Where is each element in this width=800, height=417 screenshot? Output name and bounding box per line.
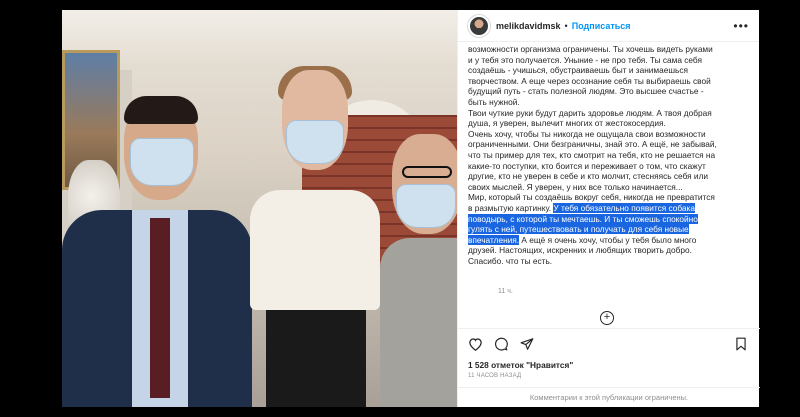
photo-ceiling (62, 10, 457, 70)
plus-circle-icon[interactable]: + (600, 311, 614, 325)
caption-line: в размытую картинку. У тебя обязательно … (468, 202, 754, 214)
caption-line: творчеством. А еще через осознание себя … (468, 75, 711, 86)
selected-text: впечатления. (468, 234, 520, 245)
caption-time: 11 ч. (498, 288, 513, 295)
comment-icon[interactable] (492, 335, 510, 353)
caption-line: ограниченными. Они безграничны, знай это… (468, 139, 717, 150)
caption-line: что ты пример для тех, кто смотрит на те… (468, 149, 716, 160)
follow-button[interactable]: Подписаться (572, 21, 631, 31)
caption: возможности организма ограничены. Ты хоч… (468, 44, 754, 264)
caption-line: создаёшь - учишься, обустраиваешь быт и … (468, 65, 688, 76)
caption-line: какие-то поступки, кто боится и пережива… (468, 160, 706, 171)
caption-line: быть нужной. (468, 96, 520, 107)
more-horizontal-icon[interactable]: ••• (733, 19, 749, 33)
post-photo[interactable] (62, 10, 457, 407)
username-link[interactable]: melikdavidmsk (496, 21, 561, 31)
paper-plane-icon[interactable] (518, 335, 536, 353)
selected-text: поводырь, с которой ты мечтаешь. И ты см… (468, 213, 698, 224)
caption-line: другие, кто не уверен в себе и кто молчи… (468, 171, 709, 182)
caption-line: своих мыслей. Я уверен, у них все только… (468, 181, 683, 192)
selected-text: У тебя обязательно появится собака (553, 202, 695, 213)
avatar[interactable] (468, 14, 490, 37)
heart-icon[interactable] (466, 335, 484, 353)
caption-line: душа, я уверен, вылечит многих от жесток… (468, 118, 666, 129)
caption-line: Мир, который ты создаёшь вокруг себя, ни… (468, 192, 715, 203)
comments-limited-notice: Комментарии к этой публикации ограничены… (458, 387, 760, 407)
caption-line: поводырь, с которой ты мечтаешь. И ты см… (468, 213, 754, 225)
photo-person-woman (380, 128, 457, 407)
caption-line: и у тебя это получается. Уныние - не про… (468, 54, 702, 65)
post-header: melikdavidmsk • Подписаться ••• (458, 10, 759, 42)
caption-line: гулять с ней, путешествовать и получать … (468, 224, 754, 235)
photo-person-man (62, 96, 252, 407)
photo-person-girl (250, 66, 380, 407)
caption-text: А ещё я очень хочу, чтобы у тебя было мн… (519, 234, 697, 245)
caption-line: друзей. Настоящих, искренних и любящих т… (468, 245, 692, 256)
caption-line: будущий путь - стать полезной людям. Это… (468, 86, 704, 97)
caption-text: в размытую картинку. (468, 202, 554, 213)
caption-line: Очень хочу, чтобы ты никогда не ощущала … (468, 128, 706, 139)
caption-line: Твои чуткие руки будут дарить здоровье л… (468, 107, 712, 118)
caption-line: впечатления. А ещё я очень хочу, чтобы у… (468, 234, 754, 246)
post-time[interactable]: 11 ЧАСОВ НАЗАД (468, 373, 521, 379)
post-sidebar: melikdavidmsk • Подписаться ••• возможно… (457, 10, 760, 407)
separator-dot: • (564, 20, 568, 31)
bookmark-icon[interactable] (732, 335, 750, 353)
selected-text: гулять с ней, путешествовать и получать … (468, 224, 689, 235)
post-modal: melikdavidmsk • Подписаться ••• возможно… (62, 10, 760, 407)
likes-count[interactable]: 1 528 отметок "Нравится" (468, 360, 573, 370)
caption-line: возможности организма ограничены. Ты хоч… (468, 44, 713, 54)
caption-line: Спасибо, что ты есть. (468, 255, 553, 264)
action-bar (458, 328, 760, 358)
